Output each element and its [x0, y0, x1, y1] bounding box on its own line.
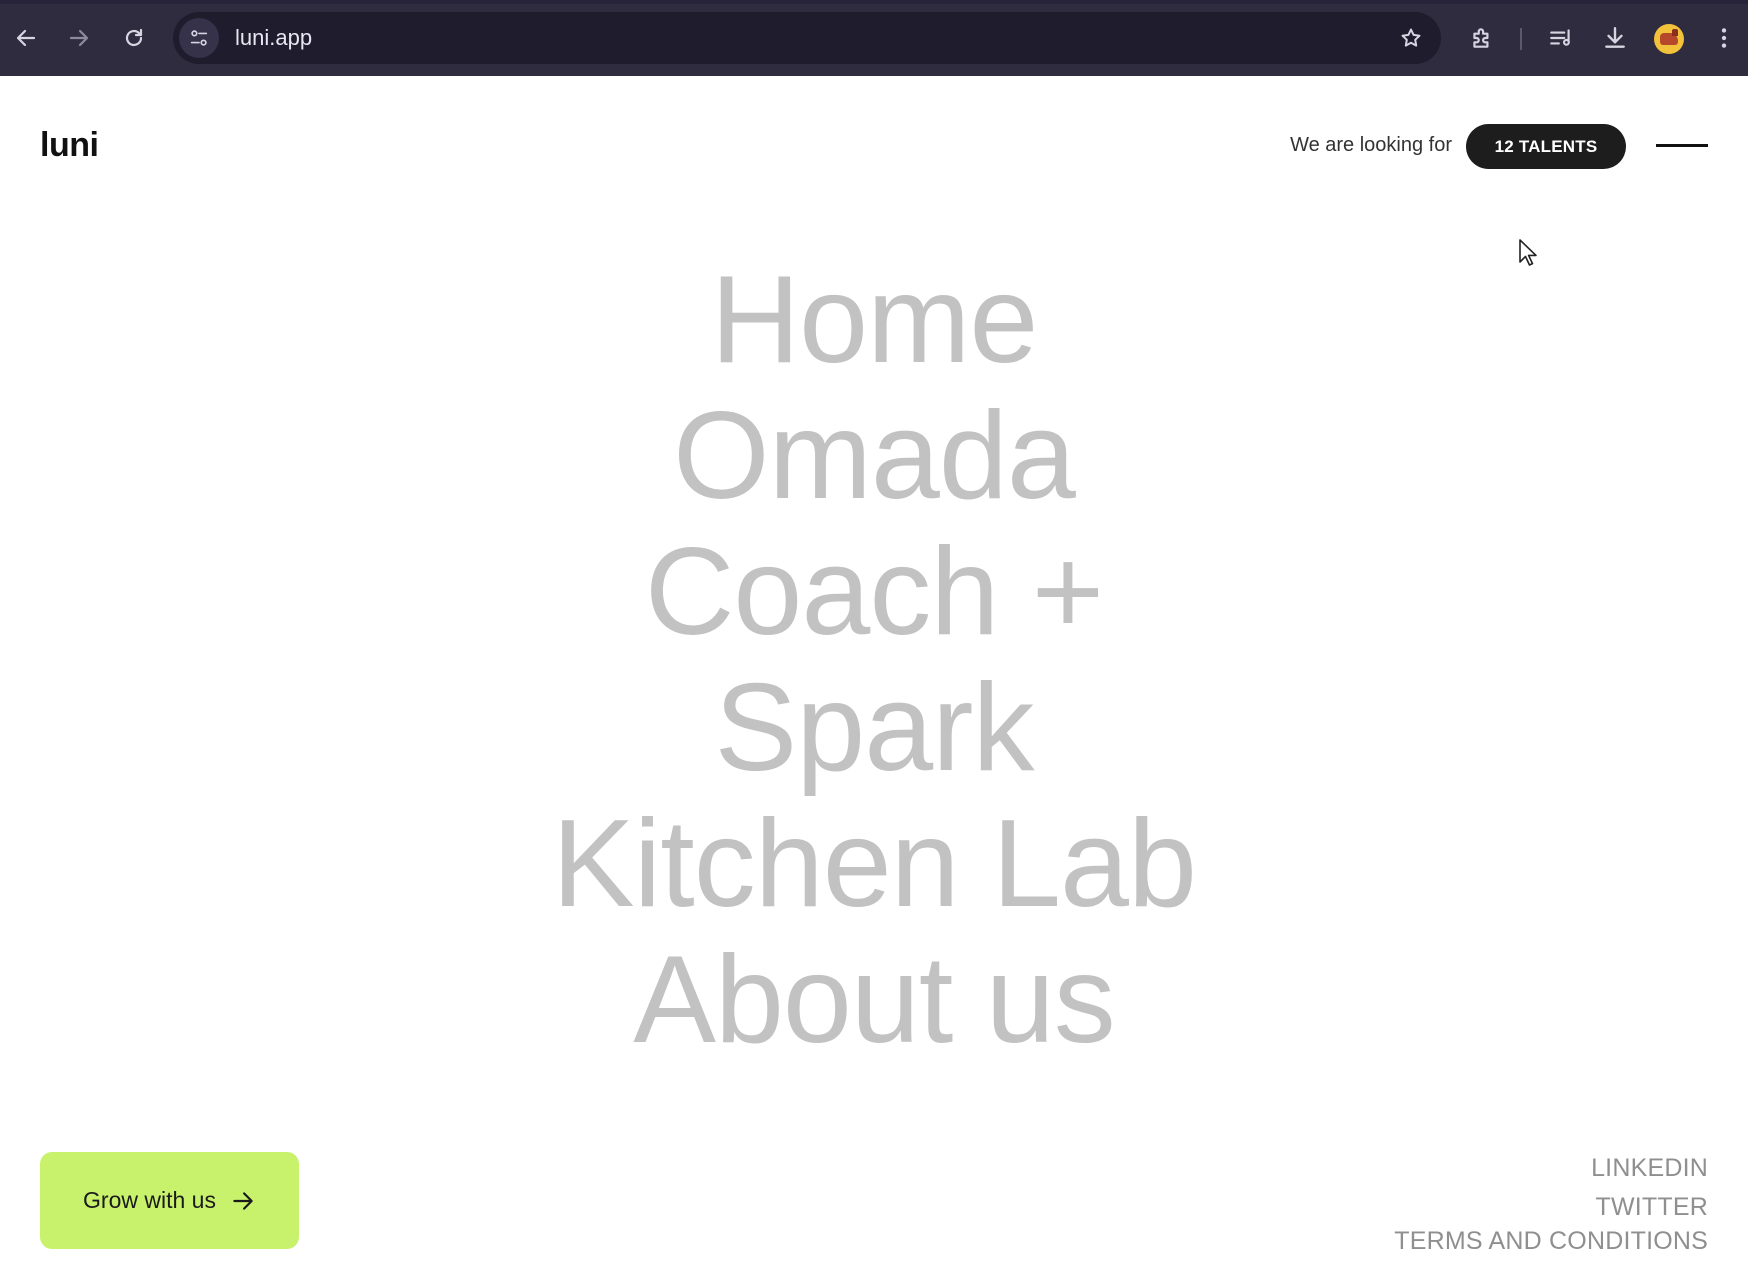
star-icon [1401, 28, 1421, 47]
more-menu-button[interactable] [1706, 20, 1742, 56]
footer-links: LINKEDIN TWITTER TERMS AND CONDITIONS [1394, 1146, 1708, 1258]
arrow-right-icon [233, 1191, 253, 1210]
reload-icon [125, 28, 143, 47]
main-menu: Home Omada Coach + Spark Kitchen Lab Abo… [0, 252, 1748, 1068]
footer-link-linkedin[interactable]: LINKEDIN [1394, 1146, 1708, 1190]
profile-avatar[interactable] [1654, 24, 1684, 54]
menu-item-spark[interactable]: Spark [0, 660, 1748, 796]
menu-close-icon[interactable] [1656, 144, 1708, 147]
extensions-icon [1473, 28, 1489, 48]
more-menu-icon [1721, 28, 1727, 48]
mouse-cursor-icon [1519, 239, 1537, 266]
menu-item-kitchen-lab[interactable]: Kitchen Lab [0, 796, 1748, 932]
looking-for-text: We are looking for [1290, 134, 1452, 156]
site-info-icon [190, 30, 208, 46]
media-queue-icon [1550, 29, 1570, 46]
back-arrow-icon [16, 29, 36, 47]
grow-with-us-button[interactable]: Grow with us [40, 1152, 299, 1249]
menu-item-home[interactable]: Home [0, 252, 1748, 388]
site-logo[interactable]: luni [40, 126, 99, 165]
media-queue-button[interactable] [1543, 20, 1579, 56]
tab-strip-edge [0, 0, 1748, 4]
reload-button[interactable] [116, 20, 152, 56]
menu-item-about-us[interactable]: About us [0, 932, 1748, 1068]
forward-button[interactable] [61, 20, 97, 56]
menu-item-omada[interactable]: Omada [0, 388, 1748, 524]
address-bar[interactable]: luni.app [173, 12, 1441, 64]
page-content: luni We are looking for 12 TALENTS Home … [0, 76, 1748, 1278]
bookmark-button[interactable] [1395, 22, 1427, 54]
url-text[interactable]: luni.app [235, 25, 312, 51]
downloads-button[interactable] [1597, 20, 1633, 56]
menu-item-coach-plus[interactable]: Coach + [0, 524, 1748, 660]
footer-link-terms[interactable]: TERMS AND CONDITIONS [1394, 1224, 1708, 1258]
download-icon [1605, 27, 1625, 48]
site-info-button[interactable] [179, 18, 219, 58]
browser-toolbar: luni.app [0, 0, 1748, 76]
talents-button[interactable]: 12 TALENTS [1466, 124, 1626, 169]
grow-with-us-label: Grow with us [83, 1187, 216, 1213]
toolbar-divider [1520, 28, 1522, 50]
extensions-button[interactable] [1464, 20, 1500, 56]
avatar-figure-detail [1672, 29, 1678, 36]
back-button[interactable] [8, 20, 44, 56]
forward-arrow-icon [69, 29, 89, 47]
footer-link-twitter[interactable]: TWITTER [1394, 1190, 1708, 1224]
